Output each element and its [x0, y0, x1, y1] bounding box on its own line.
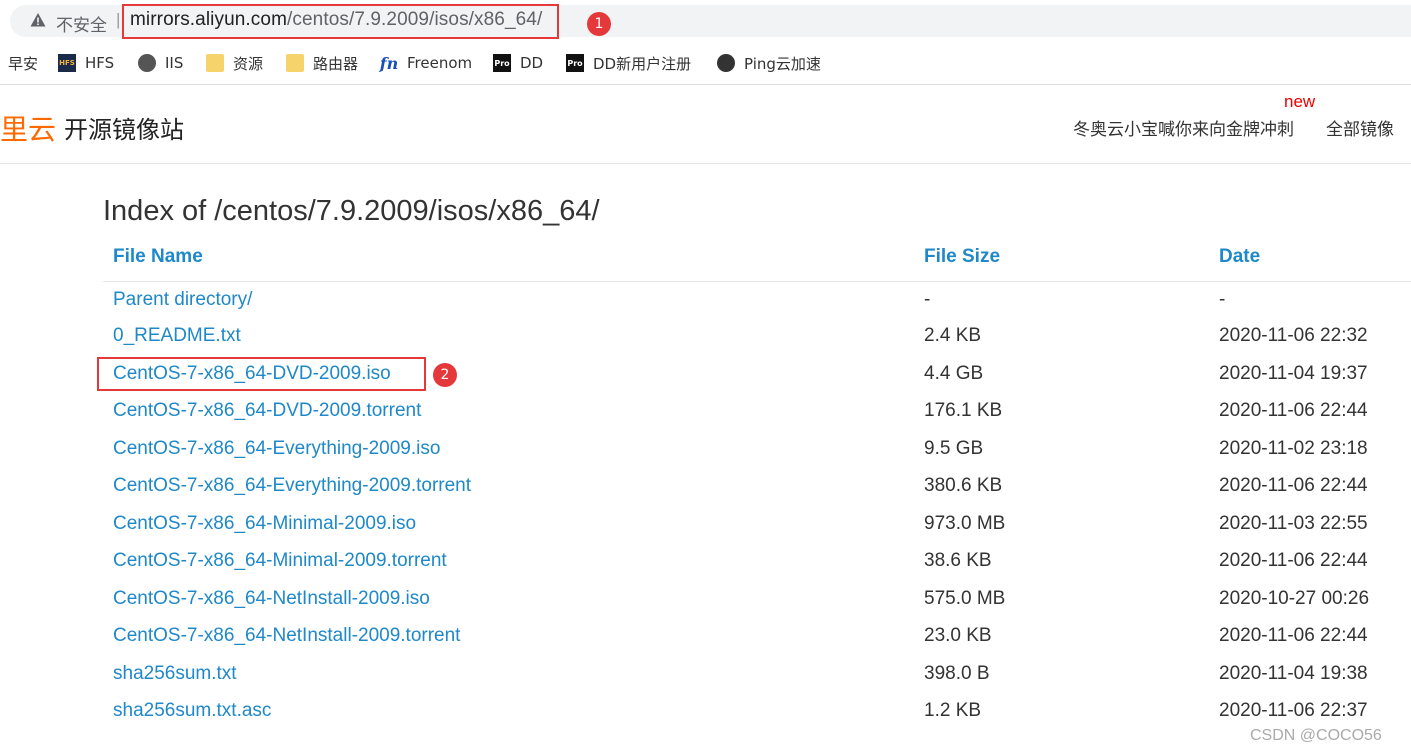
column-header-name[interactable]: File Name [113, 246, 203, 268]
security-label[interactable]: 不安全 [56, 11, 107, 36]
file-size: - [924, 289, 931, 310]
warning-icon[interactable] [30, 12, 46, 28]
file-date: 2020-11-06 22:44 [1219, 400, 1368, 421]
column-header-date[interactable]: Date [1219, 246, 1260, 268]
file-link[interactable]: CentOS-7-x86_64-Everything-2009.torrent [113, 468, 471, 504]
table-row: 0_README.txt 2.4 KB 2020-11-06 22:32 [0, 318, 1411, 354]
file-size: 38.6 KB [924, 550, 992, 571]
separator: | [116, 10, 121, 29]
bookmark-router[interactable]: 路由器 [286, 52, 358, 74]
all-mirrors-link[interactable]: 全部镜像 [1326, 115, 1394, 140]
divider [0, 163, 1411, 164]
table-row: sha256sum.txt 398.0 B 2020-11-04 19:38 [0, 656, 1411, 692]
file-link[interactable]: sha256sum.txt.asc [113, 693, 271, 729]
table-row: CentOS-7-x86_64-DVD-2009.torrent 176.1 KB… [0, 393, 1411, 429]
file-date: 2020-11-03 22:55 [1219, 513, 1368, 534]
file-date: 2020-11-06 22:44 [1219, 550, 1368, 571]
bookmark-label: 资源 [233, 54, 264, 73]
file-size: 380.6 KB [924, 475, 1003, 496]
bookmark-label: 路由器 [313, 54, 359, 73]
file-date: 2020-11-02 23:18 [1219, 438, 1368, 459]
file-size: 176.1 KB [924, 400, 1003, 421]
table-row: Parent directory/ - - [0, 282, 1411, 318]
freenom-icon: fn [379, 53, 399, 73]
bookmark-label: Ping云加速 [744, 54, 821, 73]
file-date: 2020-11-04 19:38 [1219, 663, 1368, 684]
step-badge-2: 2 [433, 363, 457, 387]
table-row: CentOS-7-x86_64-Everything-2009.torrent 3… [0, 468, 1411, 504]
file-date: 2020-11-06 22:44 [1219, 475, 1368, 496]
file-size: 1.2 KB [924, 700, 982, 721]
file-link[interactable]: 0_README.txt [113, 318, 241, 354]
bookmark-label: 早安 [8, 54, 39, 73]
file-size: 2.4 KB [924, 325, 982, 346]
file-date: 2020-11-06 22:44 [1219, 625, 1368, 646]
divider [0, 84, 1411, 85]
pro-icon: Pro [566, 54, 584, 72]
bookmark-dd[interactable]: Pro DD [493, 52, 543, 74]
bookmark-label: IIS [165, 54, 184, 72]
bookmark-ziyuan[interactable]: 资源 [206, 52, 263, 74]
table-row: CentOS-7-x86_64-NetInstall-2009.torrent 2… [0, 618, 1411, 654]
file-size: 973.0 MB [924, 513, 1006, 534]
table-row: sha256sum.txt.asc 1.2 KB 2020-11-06 22:37 [0, 693, 1411, 729]
bookmark-zaoan[interactable]: 早安 [8, 52, 38, 74]
hfs-icon: HFS [58, 54, 76, 72]
file-link[interactable]: CentOS-7-x86_64-Minimal-2009.torrent [113, 543, 447, 579]
column-header-size[interactable]: File Size [924, 246, 1000, 268]
file-size: 9.5 GB [924, 438, 984, 459]
bookmark-dd-register[interactable]: Pro DD新用户注册 [566, 52, 691, 74]
address-bar-area: 不安全 | mirrors.aliyun.com/centos/7.9.2009… [0, 0, 1411, 42]
bookmark-iis[interactable]: IIS [138, 52, 183, 74]
file-size: 575.0 MB [924, 588, 1006, 609]
table-row: CentOS-7-x86_64-Everything-2009.iso 9.5 G… [0, 431, 1411, 467]
ping-icon [717, 54, 735, 72]
table-row: CentOS-7-x86_64-NetInstall-2009.iso 575.0… [0, 581, 1411, 617]
bookmark-hfs[interactable]: HFS HFS [58, 52, 114, 74]
folder-icon [286, 54, 304, 72]
file-link[interactable]: CentOS-7-x86_64-Everything-2009.iso [113, 431, 440, 467]
file-date: 2020-10-27 00:26 [1219, 588, 1370, 609]
globe-icon [138, 54, 156, 72]
pro-icon: Pro [493, 54, 511, 72]
file-link[interactable]: CentOS-7-x86_64-Minimal-2009.iso [113, 506, 416, 542]
file-size: 398.0 B [924, 663, 990, 684]
file-link[interactable]: CentOS-7-x86_64-DVD-2009.torrent [113, 393, 421, 429]
table-row: CentOS-7-x86_64-Minimal-2009.iso 973.0 MB… [0, 506, 1411, 542]
bookmark-label: DD [520, 54, 544, 72]
site-title[interactable]: 开源镜像站 [64, 110, 184, 145]
bookmark-label: Freenom [407, 54, 473, 72]
file-link[interactable]: CentOS-7-x86_64-NetInstall-2009.iso [113, 581, 430, 617]
bookmark-ping[interactable]: Ping云加速 [717, 52, 821, 74]
aliyun-logo[interactable]: 里云 [0, 108, 56, 148]
watermark: CSDN @COCO56 [1250, 727, 1382, 744]
bookmark-label: HFS [85, 54, 115, 72]
table-row: CentOS-7-x86_64-Minimal-2009.torrent 38.6… [0, 543, 1411, 579]
new-badge: new [1284, 92, 1316, 111]
file-link[interactable]: Parent directory/ [113, 282, 252, 318]
bookmark-label: DD新用户注册 [593, 54, 692, 73]
file-link[interactable]: sha256sum.txt [113, 656, 237, 692]
folder-icon [206, 54, 224, 72]
file-size: 23.0 KB [924, 625, 992, 646]
promo-link[interactable]: 冬奥云小宝喊你来向金牌冲刺 [1073, 115, 1294, 140]
iso-highlight-box [97, 357, 426, 391]
bookmark-freenom[interactable]: fn Freenom [380, 52, 472, 74]
step-badge-1: 1 [587, 12, 611, 36]
page-title: Index of /centos/7.9.2009/isos/x86_64/ [103, 195, 600, 227]
file-date: 2020-11-06 22:32 [1219, 325, 1368, 346]
file-date: - [1219, 289, 1226, 310]
file-link[interactable]: CentOS-7-x86_64-NetInstall-2009.torrent [113, 618, 460, 654]
url-highlight-box [122, 4, 559, 39]
bookmarks-bar: 早安 HFS HFS IIS 资源 路由器 fn Freenom Pro DD … [0, 44, 1411, 82]
file-date: 2020-11-04 19:37 [1219, 363, 1368, 384]
file-date: 2020-11-06 22:37 [1219, 700, 1368, 721]
file-size: 4.4 GB [924, 363, 984, 384]
